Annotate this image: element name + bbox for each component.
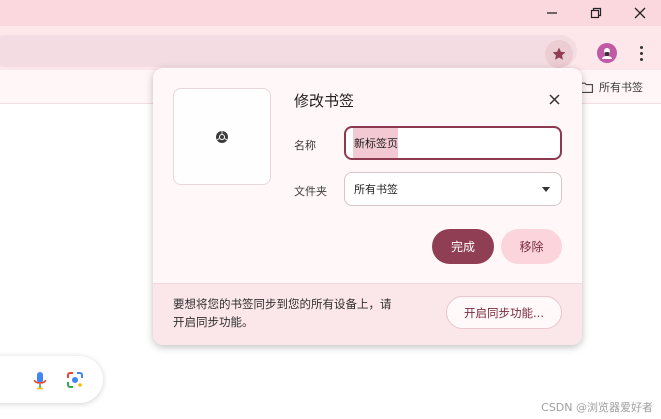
browser-window: 所有书签 CSDN @浏览器爱好者 修改书签 名称 新标签页 文件夹 所有书签 … <box>0 0 661 419</box>
dialog-close-button[interactable] <box>545 90 563 108</box>
name-input[interactable] <box>344 126 562 160</box>
star-icon <box>552 47 566 60</box>
chrome-icon <box>216 130 228 143</box>
turn-on-sync-button[interactable]: 开启同步功能... <box>446 296 562 329</box>
restore-icon <box>590 7 602 19</box>
sync-promo-text: 要想将您的书签同步到您的所有设备上，请开启同步功能。 <box>173 297 392 329</box>
folder-select-value: 所有书签 <box>354 183 398 196</box>
all-bookmarks-button[interactable]: 所有书签 <box>580 78 643 96</box>
edit-bookmark-dialog: 修改书签 名称 文件夹 所有书签 完成 移除 要想将您的书签同步到您的所有设备上… <box>153 68 582 345</box>
dialog-title: 修改书签 <box>294 92 355 110</box>
more-vert-icon[interactable] <box>632 41 650 65</box>
all-bookmarks-label: 所有书签 <box>599 81 643 94</box>
close-window-button[interactable] <box>620 0 660 26</box>
name-label: 名称 <box>294 139 316 152</box>
done-button[interactable]: 完成 <box>432 229 494 264</box>
remove-button[interactable]: 移除 <box>501 229 562 264</box>
address-bar[interactable] <box>0 35 577 67</box>
close-icon <box>548 93 560 105</box>
folder-label: 文件夹 <box>294 185 327 198</box>
google-lens-icon[interactable] <box>66 371 84 389</box>
avatar-icon <box>602 48 612 59</box>
minimize-button[interactable] <box>532 0 572 26</box>
folder-select[interactable]: 所有书签 <box>344 172 562 206</box>
bookmark-star-button[interactable] <box>545 40 573 68</box>
dropdown-caret-icon <box>542 187 550 192</box>
watermark: CSDN @浏览器爱好者 <box>541 401 653 414</box>
google-search-box[interactable] <box>0 356 103 403</box>
sync-promo: 要想将您的书签同步到您的所有设备上，请开启同步功能。 开启同步功能... <box>153 283 582 345</box>
profile-avatar-button[interactable] <box>597 43 617 63</box>
restore-button[interactable] <box>576 0 616 26</box>
page-preview <box>173 88 271 185</box>
close-icon <box>634 7 646 19</box>
microphone-icon[interactable] <box>31 371 49 391</box>
minimize-icon <box>547 12 557 14</box>
title-bar <box>0 0 661 26</box>
